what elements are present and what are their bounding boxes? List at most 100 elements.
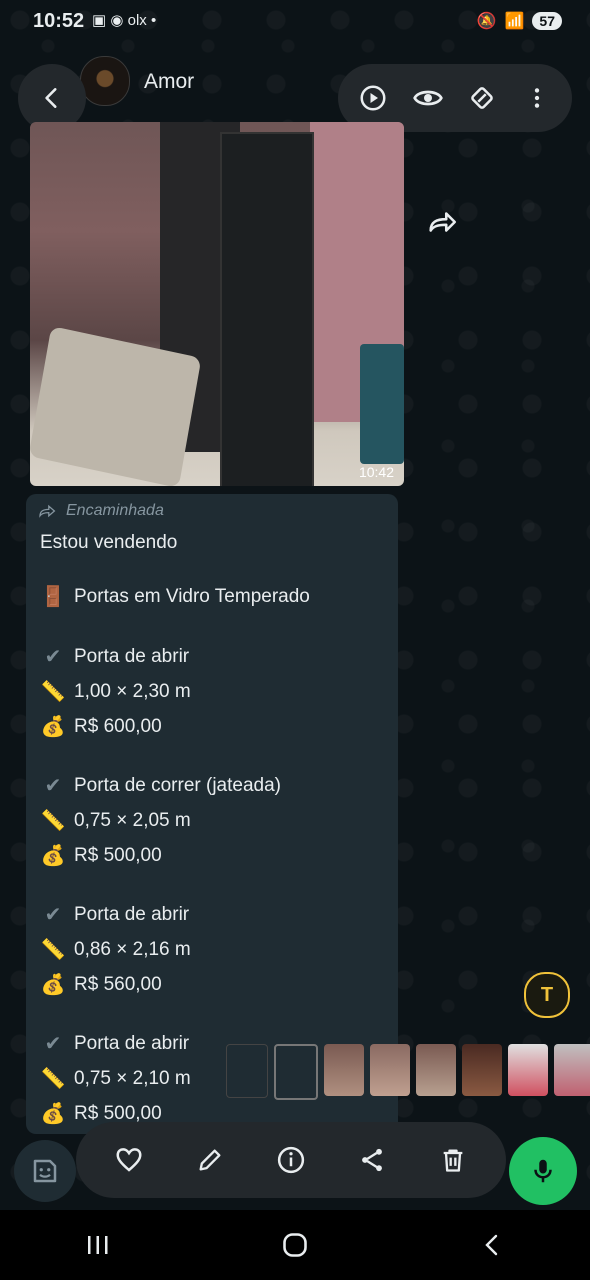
media-thumbnail[interactable] (554, 1044, 590, 1096)
item-size-row: 📏 1,00 × 2,30 m (40, 679, 191, 704)
eye-icon (412, 90, 443, 106)
voice-record-button[interactable] (509, 1137, 577, 1205)
media-thumbnail[interactable] (508, 1044, 548, 1096)
message-timestamp: 10:42 (358, 464, 394, 480)
rotate-button[interactable] (462, 78, 502, 118)
item-price: R$ 600,00 (74, 715, 162, 737)
forwarded-label: Encaminhada (38, 502, 164, 520)
forward-button[interactable] (425, 205, 461, 241)
check-icon: ✔ (44, 775, 62, 797)
item-size-row: 📏 0,86 × 2,16 m (40, 937, 191, 962)
media-thumbnail-strip (226, 1044, 590, 1100)
door-icon: 🚪 (40, 586, 66, 608)
image-message[interactable]: 10:42 (30, 122, 404, 486)
check-icon: ✔ (44, 646, 62, 668)
system-nav-bar (0, 1210, 590, 1280)
media-thumbnail[interactable] (324, 1044, 364, 1096)
media-thumbnail[interactable] (462, 1044, 502, 1096)
message-intro: Estou vendendo (40, 532, 177, 554)
more-options-button[interactable] (517, 78, 557, 118)
check-icon: ✔ (44, 904, 62, 926)
ruler-icon: 📏 (40, 810, 66, 832)
edit-button[interactable] (190, 1140, 230, 1180)
ruler-icon: 📏 (40, 681, 66, 703)
item-name-row: ✔ Porta de abrir (40, 902, 190, 927)
money-bag-icon: 💰 (40, 1103, 66, 1125)
rotate-icon (471, 87, 494, 109)
chevron-left-icon (484, 1234, 497, 1256)
item-name-row: ✔ Porta de correr (jateada) (40, 773, 281, 798)
battery-indicator: 57 (532, 12, 562, 30)
system-status-icons: 🔕 📶 57 (477, 11, 562, 31)
text-message[interactable]: Encaminhada Estou vendendo 🚪 Portas em V… (26, 494, 398, 1134)
item-name-row: ✔ Porta de abrir (40, 644, 190, 669)
system-back-button[interactable] (462, 1220, 522, 1270)
view-once-button[interactable] (408, 78, 448, 118)
item-price-row: 💰 R$ 560,00 (40, 972, 162, 997)
favorite-button[interactable] (109, 1140, 149, 1180)
item-size: 0,75 × 2,05 m (74, 809, 191, 831)
ruler-icon: 📏 (40, 939, 66, 961)
info-button[interactable] (271, 1140, 311, 1180)
item-name: Porta de abrir (74, 645, 190, 667)
trash-icon (444, 1149, 463, 1172)
wifi-icon: 📶 (504, 13, 525, 30)
mic-icon (534, 1159, 552, 1183)
item-size-row: 📏 0,75 × 2,05 m (40, 808, 191, 833)
check-icon: ✔ (44, 1033, 62, 1055)
forwarded-icon (39, 504, 56, 518)
heart-icon (116, 1148, 142, 1172)
money-bag-icon: 💰 (40, 974, 66, 996)
media-action-bar (76, 1122, 506, 1198)
notification-icons: ▣ ◉ olx • (92, 12, 157, 29)
media-thumbnail[interactable] (370, 1044, 410, 1096)
item-size: 1,00 × 2,30 m (74, 680, 191, 702)
share-icon (362, 1148, 383, 1172)
mute-icon: 🔕 (476, 13, 497, 30)
sticker-button[interactable] (14, 1140, 76, 1202)
forwarded-text: Encaminhada (66, 502, 164, 519)
item-price-row: 💰 R$ 600,00 (40, 714, 162, 739)
back-arrow-icon (45, 88, 57, 108)
avatar[interactable] (80, 56, 130, 106)
info-icon (277, 1146, 305, 1174)
media-thumbnail[interactable] (226, 1044, 268, 1098)
item-name: Porta de abrir (74, 1032, 190, 1054)
pencil-icon (199, 1149, 221, 1171)
photo-bin (360, 344, 404, 464)
text-recognition-button[interactable]: T (524, 972, 570, 1018)
item-size: 0,75 × 2,10 m (74, 1067, 191, 1089)
play-icon (360, 85, 386, 111)
item-name: Porta de correr (jateada) (74, 774, 281, 796)
recent-apps-button[interactable] (68, 1220, 128, 1270)
delete-button[interactable] (433, 1140, 473, 1180)
item-name: Porta de abrir (74, 903, 190, 925)
title-text: Portas em Vidro Temperado (74, 585, 310, 607)
item-price: R$ 560,00 (74, 973, 162, 995)
money-bag-icon: 💰 (40, 716, 66, 738)
item-name-row: ✔ Porta de abrir (40, 1031, 190, 1056)
text-icon: T (540, 983, 554, 1006)
more-vert-icon (534, 88, 539, 108)
intro-text: Estou vendendo (40, 532, 178, 553)
item-price-row: 💰 R$ 500,00 (40, 843, 162, 868)
message-title: 🚪 Portas em Vidro Temperado (40, 584, 310, 609)
ruler-icon: 📏 (40, 1068, 66, 1090)
home-button[interactable] (265, 1220, 325, 1270)
status-bar: 10:52 ▣ ◉ olx • 🔕 📶 57 (0, 0, 590, 46)
status-time: 10:52 (33, 10, 85, 32)
item-size: 0,86 × 2,16 m (74, 938, 191, 960)
item-price: R$ 500,00 (74, 844, 162, 866)
sticker-icon (33, 1159, 57, 1183)
media-thumbnail[interactable] (416, 1044, 456, 1096)
item-size-row: 📏 0,75 × 2,10 m (40, 1066, 191, 1091)
media-thumbnail[interactable] (274, 1044, 318, 1100)
home-icon (283, 1233, 307, 1257)
share-button[interactable] (352, 1140, 392, 1180)
forward-icon (429, 212, 457, 232)
contact-name[interactable]: Amor (144, 70, 194, 94)
play-button[interactable] (353, 78, 393, 118)
photo-glass-door (220, 132, 314, 486)
money-bag-icon: 💰 (40, 845, 66, 867)
recent-apps-icon (88, 1236, 108, 1254)
